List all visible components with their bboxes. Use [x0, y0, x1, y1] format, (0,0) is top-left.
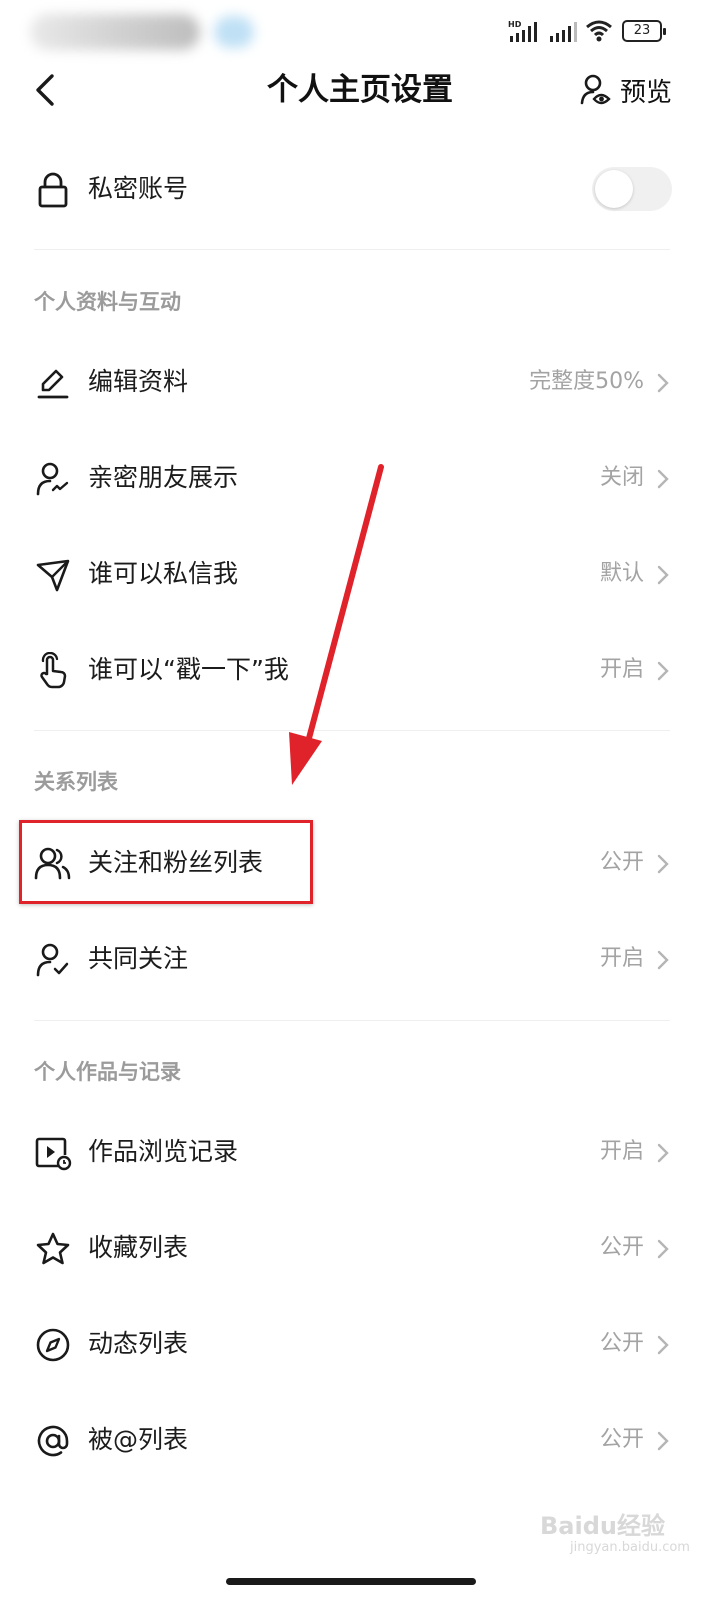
preview-user-icon	[580, 74, 611, 105]
private-account-toggle[interactable]	[592, 167, 672, 211]
mentions-list-row[interactable]: 被@列表 公开	[0, 1392, 720, 1488]
toggle-knob	[595, 170, 633, 208]
row-value: 开启	[599, 946, 644, 971]
private-account-label: 私密账号	[88, 174, 189, 203]
section-header-relations: 关系列表	[34, 770, 118, 794]
follow-fans-list-row[interactable]: 关注和粉丝列表 公开	[0, 815, 720, 911]
row-label: 谁可以私信我	[88, 559, 239, 588]
wifi-icon	[586, 20, 612, 42]
chevron-right-icon	[657, 1143, 669, 1163]
row-label: 动态列表	[88, 1329, 189, 1358]
preview-button[interactable]: 预览	[580, 68, 672, 112]
cellular-signal-2-icon	[550, 22, 577, 42]
at-icon	[34, 1422, 72, 1460]
header: 个人主页设置 预览	[0, 58, 720, 122]
mutual-follow-row[interactable]: 共同关注 开启	[0, 911, 720, 1007]
row-value: 公开	[599, 1427, 644, 1452]
row-value: 公开	[599, 1235, 644, 1260]
cellular-signal-icon: HD	[508, 20, 537, 42]
chevron-right-icon	[657, 1239, 669, 1259]
video-history-icon	[34, 1134, 72, 1172]
star-icon	[34, 1230, 72, 1268]
divider	[34, 1020, 670, 1021]
chevron-right-icon	[657, 854, 669, 874]
row-value: 开启	[599, 657, 644, 682]
row-label: 被@列表	[88, 1425, 189, 1454]
preview-label: 预览	[620, 77, 673, 108]
close-friend-icon	[34, 460, 72, 498]
user-check-icon	[34, 941, 72, 979]
row-label: 编辑资料	[88, 367, 189, 396]
chevron-right-icon	[657, 950, 669, 970]
divider	[34, 249, 670, 250]
section-header-works: 个人作品与记录	[34, 1060, 181, 1084]
row-value: 开启	[599, 1139, 644, 1164]
poke-row[interactable]: 谁可以“戳一下”我 开启	[0, 622, 720, 718]
blurred-notification-icon	[214, 16, 254, 48]
status-bar: HD 23	[0, 0, 720, 64]
row-label: 作品浏览记录	[88, 1137, 239, 1166]
chevron-right-icon	[657, 1335, 669, 1355]
users-icon	[34, 845, 72, 883]
edit-profile-row[interactable]: 编辑资料 完整度50%	[0, 334, 720, 430]
chevron-right-icon	[657, 565, 669, 585]
favorites-list-row[interactable]: 收藏列表 公开	[0, 1200, 720, 1296]
poke-hand-icon	[34, 652, 72, 690]
home-indicator[interactable]	[226, 1578, 476, 1585]
divider	[34, 730, 670, 731]
section-header-profile: 个人资料与互动	[34, 290, 181, 314]
chevron-right-icon	[657, 661, 669, 681]
battery-indicator: 23	[622, 20, 666, 42]
row-value: 关闭	[599, 465, 644, 490]
row-label: 收藏列表	[88, 1233, 189, 1262]
svg-text:HD: HD	[508, 20, 522, 29]
chevron-right-icon	[657, 1431, 669, 1451]
chevron-right-icon	[657, 373, 669, 393]
row-label: 关注和粉丝列表	[88, 848, 264, 877]
works-history-row[interactable]: 作品浏览记录 开启	[0, 1104, 720, 1200]
edit-icon	[34, 364, 72, 402]
send-icon	[34, 556, 72, 594]
lock-icon	[34, 171, 72, 209]
row-value: 默认	[599, 561, 644, 586]
private-message-row[interactable]: 谁可以私信我 默认	[0, 526, 720, 622]
row-label: 共同关注	[88, 944, 189, 973]
row-label: 亲密朋友展示	[88, 463, 239, 492]
baidu-watermark: Baidu经验	[540, 1512, 665, 1540]
row-value: 公开	[599, 850, 644, 875]
activity-list-row[interactable]: 动态列表 公开	[0, 1296, 720, 1392]
row-value: 公开	[599, 1331, 644, 1356]
close-friends-row[interactable]: 亲密朋友展示 关闭	[0, 430, 720, 526]
compass-icon	[34, 1326, 72, 1364]
chevron-right-icon	[657, 469, 669, 489]
blurred-notification-area	[30, 14, 200, 50]
row-value: 完整度50%	[529, 369, 644, 394]
baidu-watermark-url: jingyan.baidu.com	[570, 1540, 690, 1555]
row-label: 谁可以“戳一下”我	[88, 655, 289, 684]
